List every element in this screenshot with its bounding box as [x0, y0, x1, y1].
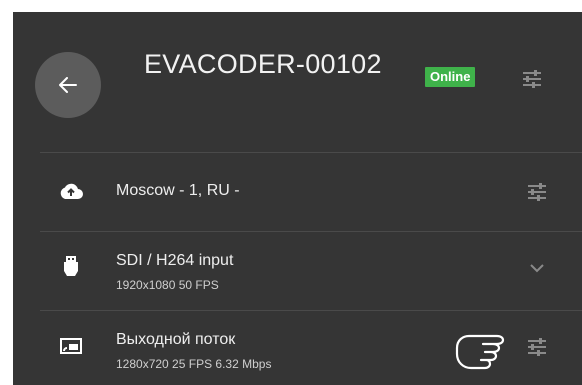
hand-pointer-icon: [455, 334, 505, 370]
hdmi-connector-icon: [64, 256, 78, 276]
device-header: EVACODER-00102 Online: [13, 12, 582, 150]
status-badge: Online: [425, 67, 476, 87]
row-subtitle: 1280x720 25 FPS 6.32 Mbps: [116, 357, 272, 371]
device-panel: EVACODER-00102 Online Moscow - 1, RU - S…: [13, 12, 582, 385]
arrow-left-icon: [59, 77, 77, 93]
row-title: Moscow - 1, RU -: [116, 182, 240, 199]
tune-icon[interactable]: [520, 67, 544, 91]
list-item-input[interactable]: SDI / H264 input 1920x1080 50 FPS: [40, 232, 582, 310]
chevron-down-icon[interactable]: [525, 256, 549, 280]
row-title: SDI / H264 input: [116, 252, 234, 269]
back-button[interactable]: [35, 52, 101, 118]
list-item-destination[interactable]: Moscow - 1, RU -: [40, 153, 582, 231]
tune-icon[interactable]: [525, 335, 549, 359]
tune-icon[interactable]: [525, 180, 549, 204]
row-subtitle: 1920x1080 50 FPS: [116, 278, 219, 292]
cast-output-icon: [60, 338, 82, 354]
device-name: EVACODER-00102: [144, 49, 382, 79]
row-title: Выходной поток: [116, 331, 236, 348]
cloud-upload-icon: [60, 183, 83, 199]
